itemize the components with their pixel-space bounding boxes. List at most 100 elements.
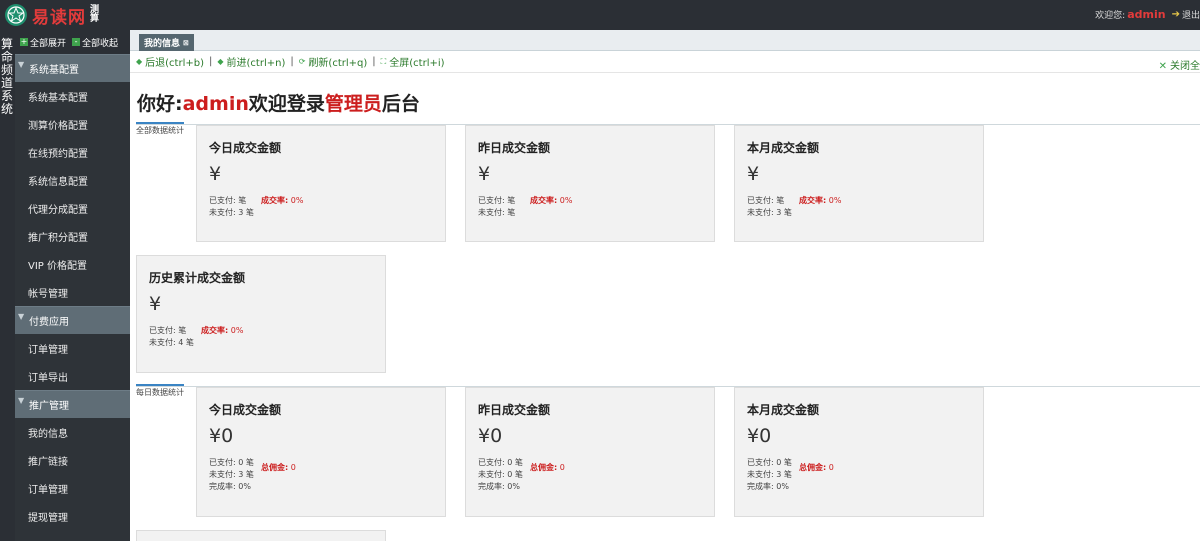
card-amount: ¥ [209, 163, 222, 185]
card-paid: 已支付: 0 笔 [209, 458, 254, 467]
welcome-prefix: 欢迎您: [1095, 11, 1126, 21]
logout-button[interactable]: ➔ 退出 [1172, 8, 1200, 21]
sidebar-item-agent-config[interactable]: 代理分成配置 [15, 194, 130, 222]
tab-close-icon[interactable]: ⊠ [183, 39, 189, 47]
refresh-icon: ⟳ [298, 57, 306, 66]
fullscreen-button[interactable]: ⛶ 全屏(ctrl+i) [380, 54, 445, 70]
collapse-all-button[interactable]: - 全部收起 [72, 36, 118, 49]
group-label: 付费应用 [29, 317, 69, 328]
card-amount: ¥ [149, 293, 162, 315]
rate-label: 成交率: [201, 326, 229, 335]
collapse-icon: - [72, 38, 81, 46]
welcome-role: 管理员 [324, 93, 382, 115]
daily-card-month: 本月成交金额 ¥0 已支付: 0 笔 未支付: 3 笔 完成率: 0% 总佣金:… [734, 387, 984, 517]
rate-value: 0% [828, 196, 842, 205]
stat-card-history: 历史累计成交金额 ¥ 已支付: 笔 未支付: 4 笔 成交率: 0% [136, 255, 386, 373]
card-unpaid: 未支付: 3 笔 [747, 470, 792, 479]
card-title: 昨日成交金额 [478, 403, 551, 417]
sidebar-item-points-config[interactable]: 推广积分配置 [15, 222, 130, 250]
page-title: 你好:admin欢迎登录管理员后台 [137, 89, 420, 116]
tab-bar: 我的信息 ⊠ [130, 30, 1200, 51]
expand-all-button[interactable]: + 全部展开 [20, 36, 66, 49]
card-title: 本月成交金额 [747, 403, 820, 417]
forward-button[interactable]: ◆ 前进(ctrl+n) [217, 54, 285, 69]
sidebar-item-vip-config[interactable]: VIP 价格配置 [15, 250, 130, 278]
card-rate: 成交率: 0% [201, 325, 243, 336]
commission-label: 总佣金: [261, 463, 289, 472]
divider: | [209, 56, 213, 67]
card-paid: 已支付: 笔 [149, 326, 187, 335]
card-commission: 总佣金: 0 [799, 462, 834, 473]
user-area: 欢迎您: admin ➔ 退出 [1095, 8, 1200, 21]
card-rate: 成交率: 0% [261, 195, 303, 206]
section-label-all: 全部数据统计 [136, 122, 184, 136]
card-unpaid: 未支付: 3 笔 [209, 208, 254, 217]
collapse-all-label: 全部收起 [82, 38, 119, 49]
card-paid: 已支付: 0 笔 [478, 458, 523, 467]
header-username[interactable]: admin [1127, 8, 1165, 21]
tab-label: 我的信息 [144, 39, 181, 49]
sidebar-item-withdraw[interactable]: 提现管理 [15, 502, 130, 530]
card-done: 完成率: 0% [209, 482, 251, 491]
group-label: 推广管理 [29, 401, 69, 412]
sidebar-item-orders[interactable]: 订单管理 [15, 334, 130, 362]
stat-card-month: 本月成交金额 ¥ 已支付: 笔 未支付: 3 笔 成交率: 0% [734, 125, 984, 242]
card-title: 昨日成交金额 [478, 141, 551, 155]
top-bar: 易读网 测算 欢迎您: admin ➔ 退出 [0, 0, 1200, 30]
close-all-button[interactable]: ✕ 关闭全 [1159, 57, 1200, 72]
welcome-mid: 欢迎登录 [248, 93, 325, 115]
forward-label: 前进(ctrl+n) [226, 58, 286, 69]
main-panel: 我的信息 ⊠ ◆ 后退(ctrl+b) | ◆ 前进(ctrl+n) | ⟳ 刷新(c… [130, 30, 1200, 541]
section-label-daily: 每日数据统计 [136, 384, 184, 398]
logo-text: 易读网 [32, 7, 86, 28]
sidebar-item-system-basic[interactable]: 系统基本配置 [15, 82, 130, 110]
sidebar-item-promo-link[interactable]: 推广链接 [15, 446, 130, 474]
rate-label: 成交率: [530, 196, 558, 205]
card-title: 历史累计成交金额 [149, 271, 246, 285]
close-all-icon: ✕ [1158, 61, 1167, 72]
expand-all-label: 全部展开 [30, 38, 67, 49]
divider: | [290, 56, 294, 67]
sidebar-item-price-config[interactable]: 测算价格配置 [15, 110, 130, 138]
card-paid: 已支付: 笔 [209, 196, 247, 205]
group-label: 系统基配置 [29, 65, 79, 76]
rate-label: 成交率: [799, 196, 827, 205]
card-rate: 成交率: 0% [530, 195, 572, 206]
commission-value: 0 [828, 463, 834, 472]
sidebar-item-my-info[interactable]: 我的信息 [15, 418, 130, 446]
refresh-button[interactable]: ⟳ 刷新(ctrl+q) [299, 54, 368, 69]
welcome-user: admin [182, 93, 249, 115]
daily-card-yesterday: 昨日成交金额 ¥0 已支付: 0 笔 未支付: 0 笔 完成率: 0% 总佣金:… [465, 387, 715, 517]
sidebar-item-info-config[interactable]: 系统信息配置 [15, 166, 130, 194]
sidebar-group-promotion[interactable]: ▼ 推广管理 [15, 390, 130, 418]
logo[interactable]: 易读网 测算 [4, 3, 100, 28]
sidebar-item-account[interactable]: 帐号管理 [15, 278, 130, 306]
tab-my-info[interactable]: 我的信息 ⊠ [139, 34, 194, 51]
card-commission: 总佣金: 0 [530, 462, 565, 473]
card-commission: 总佣金: 0 [261, 462, 296, 473]
expand-icon: + [20, 37, 28, 46]
channel-rail: 算命频道系统 [0, 30, 15, 541]
card-done: 完成率: 0% [478, 482, 520, 491]
card-unpaid: 未支付: 3 笔 [747, 208, 792, 217]
card-title: 今日成交金额 [209, 141, 282, 155]
rate-value: 0% [559, 196, 573, 205]
sidebar-item-promo-orders[interactable]: 订单管理 [15, 474, 130, 502]
welcome-hello: 你好: [137, 93, 183, 115]
sidebar-tools: + 全部展开 - 全部收起 [15, 30, 130, 54]
close-all-label: 关闭全 [1170, 61, 1200, 72]
back-icon: ◆ [136, 57, 143, 66]
rail-label: 算命频道系统 [1, 37, 14, 116]
sidebar-item-booking-config[interactable]: 在线预约配置 [15, 138, 130, 166]
back-button[interactable]: ◆ 后退(ctrl+b) [136, 54, 204, 69]
card-paid: 已支付: 0 笔 [747, 458, 792, 467]
sidebar-group-system[interactable]: ▼ 系统基配置 [15, 54, 130, 82]
rate-value: 0% [290, 196, 304, 205]
sidebar-item-order-export[interactable]: 订单导出 [15, 362, 130, 390]
collapse-triangle-icon: ▼ [18, 312, 25, 321]
logout-icon: ➔ [1171, 9, 1180, 20]
card-amount: ¥ [747, 163, 760, 185]
fullscreen-icon: ⛶ [380, 56, 387, 66]
sidebar-group-paid-apps[interactable]: ▼ 付费应用 [15, 306, 130, 334]
back-label: 后退(ctrl+b) [145, 58, 204, 69]
